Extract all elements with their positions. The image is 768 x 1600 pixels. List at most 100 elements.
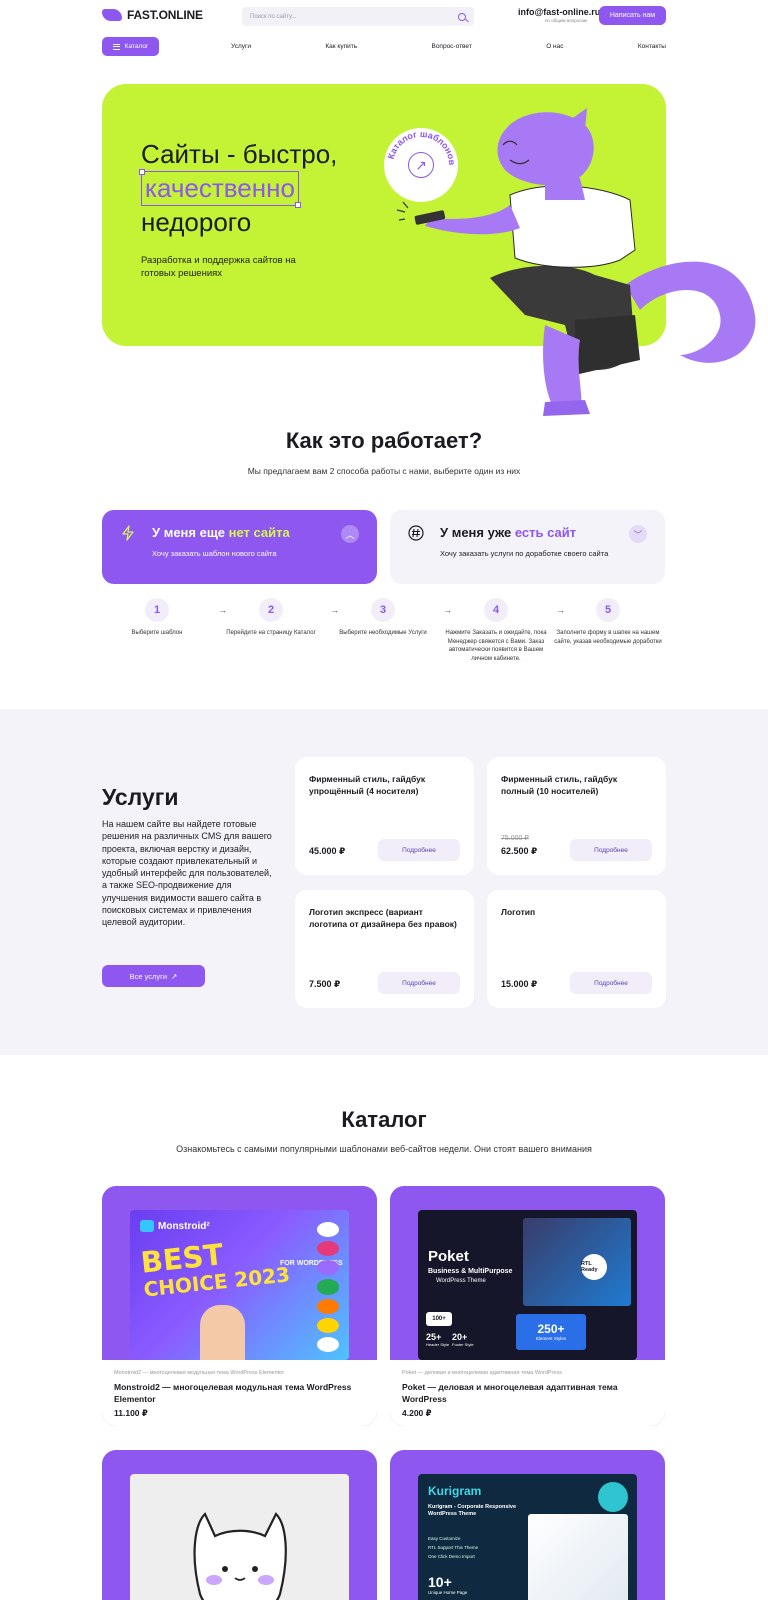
header-email[interactable]: info@fast-online.ru xyxy=(518,7,600,17)
product-image-brand: Kurigram xyxy=(428,1484,482,1498)
service-card: Фирменный стиль, гайдбук полный (10 носи… xyxy=(487,757,666,875)
hero-title: Сайты - быстро, качественно недорого xyxy=(139,138,338,239)
catalog-menu-button[interactable]: Каталог xyxy=(102,37,159,56)
product-image: Monstroid² BEST CHOICE 2023 FOR WORDPRES… xyxy=(130,1210,349,1360)
service-card-price: 15.000 ₽ xyxy=(501,979,538,989)
service-card-title: Фирменный стиль, гайдбук упрощённый (4 н… xyxy=(309,774,426,796)
catalog-subtitle: Ознакомьтесь с самыми популярными шаблон… xyxy=(176,1144,592,1154)
product-info: Poket — деловая и многоцелевая адаптивна… xyxy=(390,1360,665,1426)
product-image-line-1: Kurigram - Corporate Responsive WordPres… xyxy=(428,1504,517,1517)
option-title: У меня уже есть сайт xyxy=(440,525,577,540)
product-name[interactable]: Poket — деловая и многоцелевая адаптивна… xyxy=(402,1382,653,1405)
product-card-kurigram[interactable]: Kurigram Kurigram - Corporate Responsive… xyxy=(390,1450,665,1600)
details-button[interactable]: Подробнее xyxy=(378,972,460,994)
details-button[interactable]: Подробнее xyxy=(378,839,460,861)
chevron-down-icon[interactable]: ﹀ xyxy=(629,525,647,543)
step-1: 1 Выберите шаблон xyxy=(102,598,212,638)
hero-title-line-3: недорого xyxy=(141,207,252,237)
lightning-icon xyxy=(120,525,136,541)
product-caption: Monstroid2 — многоцелевая модульная тема… xyxy=(114,1370,285,1376)
step-text: Заполните форму в шапке на нашем сайте, … xyxy=(554,630,662,645)
logo-text: FAST.ONLINE xyxy=(127,8,203,22)
product-price: 11.100 ₽ xyxy=(114,1408,148,1418)
product-caption: Poket — деловая и многоцелевая адаптивна… xyxy=(402,1370,562,1376)
option-have-site[interactable]: У меня уже есть сайт Хочу заказать услуг… xyxy=(390,510,665,584)
product-image-brand: Monstroid² xyxy=(140,1220,210,1232)
service-card-price: 7.500 ₽ xyxy=(309,979,341,989)
step-number: 3 xyxy=(371,598,395,622)
hero-title-line-1: Сайты - быстро, xyxy=(141,139,338,169)
option-subtitle: Хочу заказать шаблон нового сайта xyxy=(152,549,277,558)
hash-icon xyxy=(408,525,424,541)
step-4: 4 Нажмите Заказать и ожидайте, пока Мене… xyxy=(441,598,551,663)
product-image-line-1: Business & MultiPurpose xyxy=(428,1268,513,1275)
product-name[interactable]: Monstroid2 — многоцелевая модульная тема… xyxy=(114,1382,365,1405)
product-image-person xyxy=(200,1305,245,1360)
nav-item-about[interactable]: О нас xyxy=(546,43,563,50)
service-card-price: 62.500 ₽ xyxy=(501,846,538,856)
catalog-title: Каталог xyxy=(341,1107,427,1132)
logo-icon xyxy=(102,9,122,21)
product-image-features: Easy Customize RTL Support This Theme On… xyxy=(428,1536,479,1559)
chevron-up-icon[interactable]: ︿ xyxy=(341,525,359,543)
how-it-works-title: Как это работает? xyxy=(285,428,483,453)
write-us-button[interactable]: Написать нам xyxy=(599,6,666,25)
shield-icon xyxy=(140,1220,154,1232)
step-2: 2 Перейдите на страницу Каталог xyxy=(216,598,326,638)
step-number: 2 xyxy=(259,598,283,622)
option-title: У меня еще нет сайта xyxy=(152,525,290,540)
product-card-cat[interactable] xyxy=(102,1450,377,1600)
search-input[interactable]: Поиск по сайту... xyxy=(242,7,474,26)
header-email-caption: по общим вопросам xyxy=(545,18,587,23)
step-5: 5 Заполните форму в шапке на нашем сайте… xyxy=(553,598,663,646)
product-image-badges xyxy=(317,1222,339,1352)
product-image-stat-1: 25+ Header Style xyxy=(426,1332,450,1347)
product-image-preview xyxy=(528,1514,628,1600)
all-services-button[interactable]: Все услуги ↗ xyxy=(102,965,205,987)
product-image-brand: Poket xyxy=(428,1248,469,1265)
product-image-preview xyxy=(523,1218,631,1306)
step-number: 1 xyxy=(145,598,169,622)
service-card: Фирменный стиль, гайдбук упрощённый (4 н… xyxy=(295,757,474,875)
search-placeholder: Поиск по сайту... xyxy=(250,13,297,20)
service-card: Логотип 15.000 ₽ Подробнее xyxy=(487,890,666,1008)
step-number: 4 xyxy=(484,598,508,622)
product-card-monstroid[interactable]: Monstroid² BEST CHOICE 2023 FOR WORDPRES… xyxy=(102,1186,377,1426)
catalog-button-label: Каталог xyxy=(124,43,149,50)
step-3: 3 Выберите необходимые Услуги xyxy=(328,598,438,638)
details-button[interactable]: Подробнее xyxy=(570,839,652,861)
all-services-label: Все услуги xyxy=(129,971,168,981)
rtl-badge: RTL Ready xyxy=(581,1254,607,1280)
hero-title-highlight: качественно xyxy=(139,169,301,208)
nav-item-faq[interactable]: Вопрос-ответ xyxy=(431,43,471,50)
product-price: 4.200 ₽ xyxy=(402,1408,432,1418)
demo-count-badge: 100+ xyxy=(426,1312,452,1326)
product-image-badge xyxy=(598,1482,628,1512)
how-it-works-subtitle: Мы предлагаем вам 2 способа работы с нам… xyxy=(247,466,521,476)
step-text: Выберите шаблон xyxy=(131,630,183,636)
site-logo[interactable]: FAST.ONLINE xyxy=(102,8,203,22)
details-button[interactable]: Подробнее xyxy=(570,972,652,994)
product-card-poket[interactable]: Poket Business & MultiPurpose WordPress … xyxy=(390,1186,665,1426)
product-image-stat-2: 20+ Footer Style xyxy=(452,1332,474,1347)
service-card-title: Логотип экспресс (вариант логотипа от ди… xyxy=(309,907,457,929)
nav-item-services[interactable]: Услуги xyxy=(231,43,251,50)
product-image-stat-3: 250+ Element Styles xyxy=(516,1314,586,1350)
service-card-old-price: 75.000 ₽ xyxy=(501,835,529,842)
step-text: Перейдите на страницу Каталог xyxy=(226,630,316,636)
step-text: Нажмите Заказать и ожидайте, пока Менедж… xyxy=(445,630,547,662)
menu-icon xyxy=(112,43,120,50)
services-title: Услуги xyxy=(102,784,179,810)
nav-item-how-to-buy[interactable]: Как купить xyxy=(325,43,357,50)
product-image: Kurigram Kurigram - Corporate Responsive… xyxy=(418,1474,637,1600)
panther-mascot-illustration xyxy=(396,108,756,416)
hero-subtitle: Разработка и поддержка сайтов на готовых… xyxy=(141,255,296,279)
product-image-stat: 10+ Unique Home Page xyxy=(428,1574,468,1595)
services-description: На нашем сайте вы найдете готовые решени… xyxy=(102,819,272,928)
product-image-line-2: WordPress Theme xyxy=(436,1278,486,1284)
option-no-site[interactable]: У меня еще нет сайта Хочу заказать шабло… xyxy=(102,510,377,584)
nav-item-contacts[interactable]: Контакты xyxy=(638,43,666,50)
search-icon[interactable] xyxy=(458,12,466,21)
arrow-up-right-icon: ↗ xyxy=(171,971,178,981)
product-image-headline: BEST CHOICE 2023 xyxy=(139,1237,292,1302)
